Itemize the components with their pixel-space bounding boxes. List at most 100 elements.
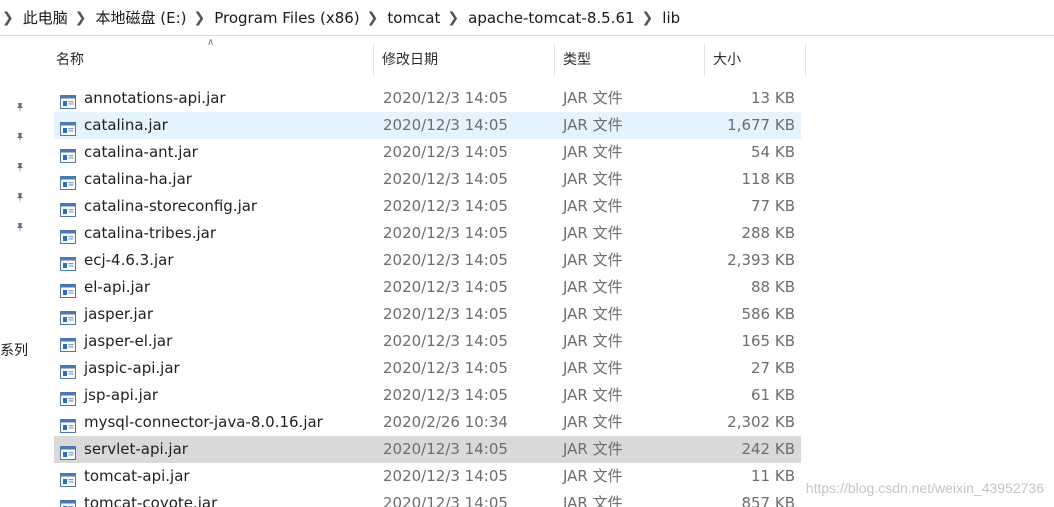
file-date-modified: 2020/12/3 14:05 [383,251,508,269]
jar-file-icon [60,361,76,379]
pin-icon[interactable] [13,192,27,206]
jar-file-icon [60,496,76,507]
file-type: JAR 文件 [563,413,623,431]
jar-file-icon [60,442,76,460]
file-size: 54 KB [751,143,795,161]
pin-icon[interactable] [13,222,27,236]
watermark: https://blog.csdn.net/weixin_43952736 [805,480,1044,496]
file-row[interactable]: mysql-connector-java-8.0.16.jar 2020/2/26… [54,409,801,436]
file-name: catalina-ant.jar [84,143,198,161]
file-size: 242 KB [741,440,795,458]
file-size: 27 KB [751,359,795,377]
file-type: JAR 文件 [563,305,623,323]
file-date-modified: 2020/12/3 14:05 [383,386,508,404]
file-row[interactable]: catalina-ant.jar 2020/12/3 14:05 JAR 文件 54 … [54,139,801,166]
chevron-right-icon[interactable]: ❯ [0,10,23,26]
file-row[interactable]: el-api.jar 2020/12/3 14:05 JAR 文件 88 KB [54,274,801,301]
navigation-pane: 到系列 [0,37,40,507]
file-name: jasper.jar [84,305,154,323]
file-size: 288 KB [741,224,795,242]
pin-icon[interactable] [13,162,27,176]
chevron-right-icon[interactable]: ❯ [440,10,468,26]
column-headers: ∧ 名称 修改日期 类型 大小 [48,38,808,76]
chevron-right-icon[interactable]: ❯ [187,10,215,26]
file-name: tomcat-api.jar [84,467,190,485]
column-header-type[interactable]: 类型 [555,44,705,76]
jar-file-icon [60,469,76,487]
file-type: JAR 文件 [563,467,623,485]
jar-file-icon [60,334,76,352]
file-date-modified: 2020/12/3 14:05 [383,89,508,107]
jar-file-icon [60,118,76,136]
file-name: catalina-tribes.jar [84,224,217,242]
file-row[interactable]: tomcat-coyote.jar 2020/12/3 14:05 JAR 文件 85… [54,490,801,507]
file-date-modified: 2020/2/26 10:34 [383,413,508,431]
file-row[interactable]: catalina-ha.jar 2020/12/3 14:05 JAR 文件 118 … [54,166,801,193]
jar-file-icon [60,172,76,190]
breadcrumb-item-tomcat[interactable]: tomcat [387,9,440,27]
file-name: annotations-api.jar [84,89,226,107]
jar-file-icon [60,199,76,217]
file-row[interactable]: jasper.jar 2020/12/3 14:05 JAR 文件 586 KB [54,301,801,328]
breadcrumb-item-local-disk[interactable]: 本地磁盘 (E:) [95,7,186,28]
breadcrumb-item-this-pc[interactable]: 此电脑 [23,7,68,28]
file-type: JAR 文件 [563,386,623,404]
file-row[interactable]: catalina-storeconfig.jar 2020/12/3 14:05 J… [54,193,801,220]
file-date-modified: 2020/12/3 14:05 [383,305,508,323]
jar-file-icon [60,253,76,271]
breadcrumb-item-program-files[interactable]: Program Files (x86) [214,9,359,27]
file-date-modified: 2020/12/3 14:05 [383,359,508,377]
file-row[interactable]: catalina-tribes.jar 2020/12/3 14:05 JAR 文件… [54,220,801,247]
file-size: 165 KB [741,332,795,350]
file-type: JAR 文件 [563,251,623,269]
file-date-modified: 2020/12/3 14:05 [383,440,508,458]
pin-icon[interactable] [13,132,27,146]
file-row[interactable]: ecj-4.6.3.jar 2020/12/3 14:05 JAR 文件 2,393 … [54,247,801,274]
nav-item-partial[interactable]: 到系列 [0,340,28,360]
file-row[interactable]: tomcat-api.jar 2020/12/3 14:05 JAR 文件 11 KB [54,463,801,490]
jar-file-icon [60,226,76,244]
column-header-size[interactable]: 大小 [705,44,806,76]
file-type: JAR 文件 [563,494,623,507]
file-size: 88 KB [751,278,795,296]
file-size: 586 KB [741,305,795,323]
jar-file-icon [60,145,76,163]
file-name: catalina-storeconfig.jar [84,197,258,215]
file-type: JAR 文件 [563,143,623,161]
breadcrumb-item-apache-tomcat[interactable]: apache-tomcat-8.5.61 [468,9,634,27]
file-row[interactable]: catalina.jar 2020/12/3 14:05 JAR 文件 1,677 K… [54,112,801,139]
chevron-right-icon[interactable]: ❯ [360,10,388,26]
file-date-modified: 2020/12/3 14:05 [383,224,508,242]
breadcrumb-item-lib[interactable]: lib [662,9,680,27]
file-row[interactable]: servlet-api.jar 2020/12/3 14:05 JAR 文件 242 … [54,436,801,463]
file-row[interactable]: jasper-el.jar 2020/12/3 14:05 JAR 文件 165 KB [54,328,801,355]
file-date-modified: 2020/12/3 14:05 [383,494,508,507]
file-row[interactable]: jsp-api.jar 2020/12/3 14:05 JAR 文件 61 KB [54,382,801,409]
chevron-right-icon[interactable]: ❯ [635,10,663,26]
file-name: servlet-api.jar [84,440,188,458]
file-name: ecj-4.6.3.jar [84,251,174,269]
file-date-modified: 2020/12/3 14:05 [383,116,508,134]
file-name: tomcat-coyote.jar [84,494,218,507]
column-header-date-modified[interactable]: 修改日期 [374,44,555,76]
file-type: JAR 文件 [563,89,623,107]
file-size: 2,302 KB [727,413,795,431]
jar-file-icon [60,307,76,325]
breadcrumb: ❯ 此电脑 ❯ 本地磁盘 (E:) ❯ Program Files (x86) … [0,0,1054,36]
file-row[interactable]: annotations-api.jar 2020/12/3 14:05 JAR 文件… [54,85,801,112]
file-row[interactable]: jaspic-api.jar 2020/12/3 14:05 JAR 文件 27 KB [54,355,801,382]
pin-icon[interactable] [13,102,27,116]
column-header-name[interactable]: 名称 [48,44,374,76]
file-name: mysql-connector-java-8.0.16.jar [84,413,323,431]
file-date-modified: 2020/12/3 14:05 [383,197,508,215]
file-size: 118 KB [741,170,795,188]
file-name: jasper-el.jar [84,332,173,350]
file-type: JAR 文件 [563,170,623,188]
file-type: JAR 文件 [563,440,623,458]
jar-file-icon [60,388,76,406]
file-size: 2,393 KB [727,251,795,269]
chevron-right-icon[interactable]: ❯ [68,10,96,26]
jar-file-icon [60,415,76,433]
file-date-modified: 2020/12/3 14:05 [383,467,508,485]
file-name: el-api.jar [84,278,150,296]
